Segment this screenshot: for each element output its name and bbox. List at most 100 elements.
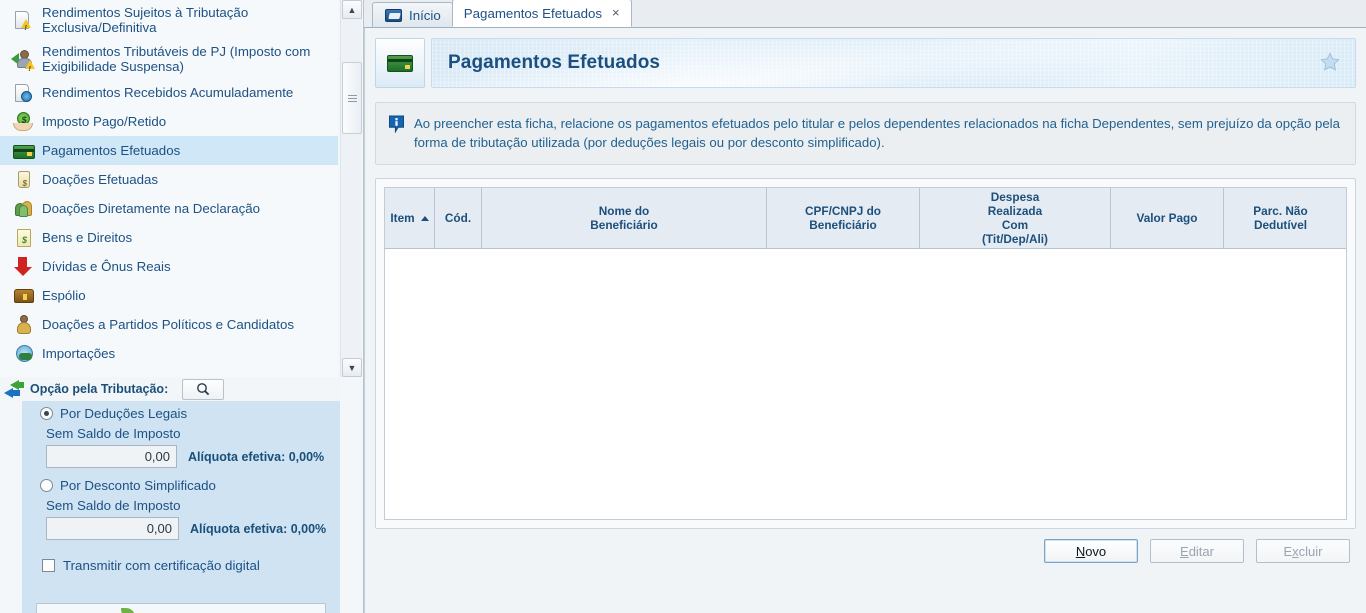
- deducoes-value-row: 0,00 Alíquota efetiva: 0,00%: [22, 443, 340, 468]
- grid-header-row: Item Cód. Nome do Beneficiário CPF/CNPJ do …: [385, 188, 1346, 249]
- grid-column-header-4[interactable]: Despesa Realizada Com (Tit/Dep/Ali): [920, 188, 1111, 248]
- money-note-icon: [10, 227, 38, 249]
- button-label: Excluir: [1283, 543, 1323, 559]
- info-text: Ao preencher esta ficha, relacione os pa…: [414, 116, 1340, 150]
- grid-column-header-6[interactable]: Parc. Não Dedutível: [1224, 188, 1337, 248]
- sidebar-item-label: Doações Efetuadas: [42, 172, 159, 187]
- scrollbar-thumb[interactable]: [342, 62, 362, 134]
- credit-card-icon: [10, 140, 38, 162]
- opcao-tributacao-panel: Por Deduções Legais Sem Saldo de Imposto…: [22, 401, 340, 613]
- sidebar-item-label: Dívidas e Ônus Reais: [42, 259, 171, 274]
- money-jar-icon: [10, 169, 38, 191]
- grid-body[interactable]: [385, 249, 1346, 519]
- sidebar-item-7[interactable]: Bens e Direitos: [0, 223, 338, 252]
- grid-column-label: Parc. Não Dedutível: [1253, 204, 1308, 232]
- grid-column-header-0[interactable]: Item: [385, 188, 435, 248]
- globe-icon: [10, 343, 38, 365]
- tab-pagamentos-efetuados[interactable]: Pagamentos Efetuados ×: [451, 0, 632, 27]
- application-window: Rendimentos Sujeitos à Tributação Exclus…: [0, 0, 1366, 613]
- opcao-tributacao-label: Opção pela Tributação:: [30, 382, 169, 396]
- sidebar-item-9[interactable]: Espólio: [0, 281, 338, 310]
- simplificado-status: Sem Saldo de Imposto: [46, 498, 181, 513]
- grid-column-label: CPF/CNPJ do Beneficiário: [804, 204, 882, 232]
- sidebar-item-2[interactable]: Rendimentos Recebidos Acumuladamente: [0, 78, 338, 107]
- grid-column-header-1[interactable]: Cód.: [435, 188, 482, 248]
- close-icon[interactable]: ×: [612, 6, 620, 19]
- person-arrow-warning-icon: [10, 48, 38, 77]
- button-label: Novo: [1075, 543, 1107, 559]
- grid-column-label: Nome do Beneficiário: [590, 204, 658, 232]
- leaf-icon: [121, 608, 135, 613]
- payments-grid[interactable]: Item Cód. Nome do Beneficiário CPF/CNPJ do …: [384, 187, 1347, 520]
- chevron-up-icon[interactable]: ▲: [342, 0, 362, 19]
- treasure-chest-icon: [10, 285, 38, 307]
- novo-button[interactable]: Novo: [1044, 539, 1138, 563]
- sidebar-item-label: Pagamentos Efetuados: [42, 143, 181, 158]
- person-gold-icon: [10, 314, 38, 336]
- hand-coin-icon: [10, 111, 38, 133]
- sidebar-item-label: Bens e Direitos: [42, 230, 133, 245]
- sidebar-item-3[interactable]: Imposto Pago/Retido: [0, 107, 338, 136]
- entregar-declaracao-button[interactable]: [36, 603, 326, 613]
- chevron-down-icon[interactable]: ▼: [342, 358, 362, 377]
- receita-logo-icon: [384, 8, 403, 23]
- sidebar-item-label: Rendimentos Tributáveis de PJ (Imposto c…: [42, 43, 311, 74]
- sort-ascending-icon: [420, 215, 429, 221]
- sidebar-item-label: Rendimentos Recebidos Acumuladamente: [42, 85, 294, 100]
- action-buttons: Novo Editar Excluir: [375, 529, 1356, 563]
- grid-column-label: Cód.: [444, 211, 472, 225]
- info-box: Ao preencher esta ficha, relacione os pa…: [375, 102, 1356, 165]
- sidebar-item-4[interactable]: Pagamentos Efetuados: [0, 136, 338, 165]
- radio-indicator: [40, 479, 53, 492]
- grid-column-header-3[interactable]: CPF/CNPJ do Beneficiário: [767, 188, 920, 248]
- tab-strip: Início Pagamentos Efetuados ×: [364, 0, 1366, 28]
- green-blue-arrows-icon: [4, 380, 26, 398]
- tab-inicio[interactable]: Início: [372, 2, 453, 27]
- document-warning-icon: [10, 9, 38, 36]
- simplificado-value-row: 0,00 Alíquota efetiva: 0,00%: [22, 515, 340, 540]
- transmitir-certificacao-checkbox[interactable]: Transmitir com certificação digital: [22, 540, 340, 573]
- magnifier-icon[interactable]: [182, 378, 225, 400]
- sidebar-item-label: Importações: [42, 346, 116, 361]
- deducoes-value-input[interactable]: 0,00: [46, 445, 177, 468]
- sidebar-item-6[interactable]: Doações Diretamente na Declaração: [0, 194, 338, 223]
- info-icon: [388, 114, 414, 152]
- tab-label: Início: [409, 7, 441, 23]
- tab-label: Pagamentos Efetuados: [463, 5, 603, 21]
- red-down-arrow-icon: [10, 256, 38, 278]
- checkbox-label: Transmitir com certificação digital: [63, 558, 260, 573]
- ficha-list[interactable]: Rendimentos Sujeitos à Tributação Exclus…: [0, 0, 338, 377]
- checkbox-indicator: [42, 559, 55, 572]
- opcao-tributacao-bar: Opção pela Tributação:: [0, 377, 340, 401]
- sidebar-item-label: Doações a Partidos Políticos e Candidato…: [42, 317, 295, 332]
- sidebar-item-10[interactable]: Doações a Partidos Políticos e Candidato…: [0, 310, 338, 339]
- sidebar-item-8[interactable]: Dívidas e Ônus Reais: [0, 252, 338, 281]
- simplificado-value-input[interactable]: 0,00: [46, 517, 179, 540]
- grid-column-label: Item: [390, 211, 415, 225]
- grid-column-label: Valor Pago: [1136, 211, 1198, 225]
- sidebar-item-1[interactable]: Rendimentos Tributáveis de PJ (Imposto c…: [0, 39, 338, 78]
- sidebar-item-label: Espólio: [42, 288, 86, 303]
- radio-por-deducoes-legais[interactable]: Por Deduções Legais: [22, 401, 340, 423]
- editar-button: Editar: [1150, 539, 1244, 563]
- excluir-button: Excluir: [1256, 539, 1350, 563]
- scroll-grip-icon: [347, 94, 357, 102]
- radio-por-desconto-simplificado[interactable]: Por Desconto Simplificado: [22, 468, 340, 495]
- sidebar-item-0[interactable]: Rendimentos Sujeitos à Tributação Exclus…: [0, 0, 338, 39]
- credit-card-icon: [375, 38, 425, 88]
- people-group-icon: [10, 198, 38, 220]
- left-panel: Rendimentos Sujeitos à Tributação Exclus…: [0, 0, 364, 613]
- grid-column-label: Despesa Realizada Com (Tit/Dep/Ali): [982, 190, 1048, 246]
- sidebar-item-11[interactable]: Importações: [0, 339, 338, 368]
- page-title: Pagamentos Efetuados: [448, 52, 661, 73]
- sidebar-item-5[interactable]: Doações Efetuadas: [0, 165, 338, 194]
- grid-column-header-2[interactable]: Nome do Beneficiário: [482, 188, 767, 248]
- grid-container: Item Cód. Nome do Beneficiário CPF/CNPJ do …: [375, 178, 1356, 529]
- sidebar-item-label: Rendimentos Sujeitos à Tributação Exclus…: [42, 4, 249, 35]
- ficha-list-scrollbar[interactable]: ▲ ▼: [340, 0, 362, 377]
- simplificado-aliquota-label: Alíquota efetiva: 0,00%: [190, 521, 327, 536]
- sidebar-item-label: Doações Diretamente na Declaração: [42, 201, 261, 216]
- grid-column-header-5[interactable]: Valor Pago: [1111, 188, 1224, 248]
- star-icon[interactable]: [1319, 51, 1341, 76]
- page-banner: Pagamentos Efetuados: [375, 38, 1356, 88]
